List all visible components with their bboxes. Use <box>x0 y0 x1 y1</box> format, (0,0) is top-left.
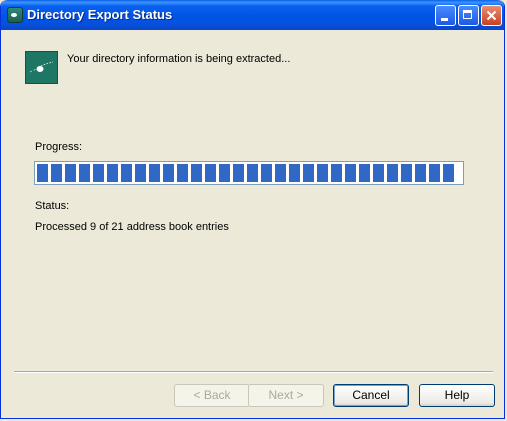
minimize-button[interactable] <box>435 5 456 26</box>
window-title: Directory Export Status <box>27 7 173 22</box>
close-button[interactable] <box>481 5 502 26</box>
title-bar[interactable]: Directory Export Status <box>1 0 504 30</box>
close-icon <box>486 10 497 21</box>
header-message: Your directory information is being extr… <box>67 53 291 65</box>
progress-bar <box>34 161 464 185</box>
maximize-button[interactable] <box>458 5 479 26</box>
back-button[interactable]: < Back <box>174 384 250 407</box>
separator <box>14 371 493 373</box>
dialog-window: Directory Export Status Your directory i… <box>0 0 505 419</box>
help-button[interactable]: Help <box>419 384 495 407</box>
progress-fill <box>37 164 457 182</box>
progress-label: Progress: <box>35 141 83 153</box>
directory-export-icon <box>7 7 23 23</box>
next-button[interactable]: Next > <box>248 384 324 407</box>
comet-icon <box>25 51 58 84</box>
status-label: Status: <box>35 200 70 212</box>
cancel-button[interactable]: Cancel <box>333 384 409 407</box>
status-text: Processed 9 of 21 address book entries <box>35 221 229 233</box>
